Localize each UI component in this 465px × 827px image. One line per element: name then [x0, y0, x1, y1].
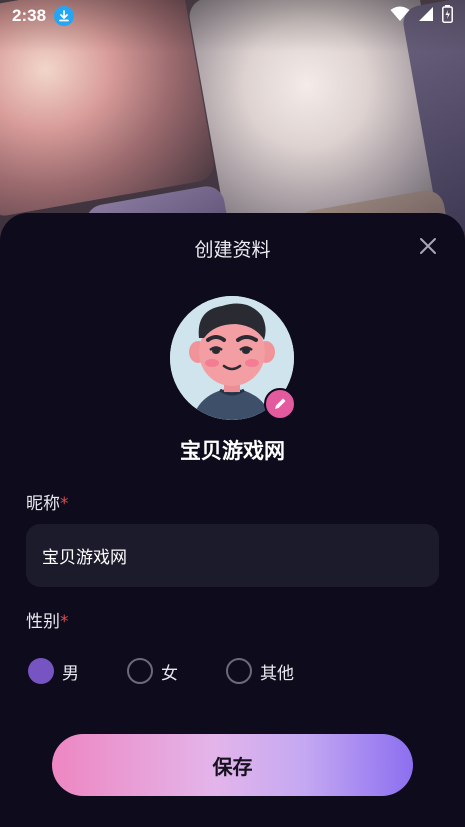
create-profile-sheet: 创建资料 宝贝游戏网 昵称* 宝贝游戏网 性别* 男 女 其他 保存: [0, 213, 465, 827]
battery-icon: [442, 5, 453, 27]
signal-icon: [418, 6, 434, 26]
gender-label: 性别*: [26, 612, 69, 632]
nickname-label: 昵称*: [26, 494, 69, 514]
gender-option-male[interactable]: 男: [28, 658, 79, 684]
gender-option-other[interactable]: 其他: [226, 658, 294, 684]
wifi-icon: [390, 6, 410, 26]
required-mark: *: [60, 494, 69, 514]
radio-unselected[interactable]: [127, 658, 153, 684]
required-mark: *: [60, 612, 69, 632]
pencil-icon: [275, 398, 286, 409]
nickname-input[interactable]: [26, 524, 439, 587]
edit-avatar-button[interactable]: [264, 388, 296, 420]
download-icon: [54, 6, 75, 26]
gender-radio-group: 男 女 其他: [28, 658, 342, 684]
save-button[interactable]: 保存: [52, 734, 413, 796]
gender-option-female[interactable]: 女: [127, 658, 178, 684]
radio-selected[interactable]: [28, 658, 54, 684]
close-icon: [420, 238, 436, 254]
close-button[interactable]: [415, 233, 441, 259]
avatar-container[interactable]: [170, 296, 296, 420]
radio-unselected[interactable]: [226, 658, 252, 684]
profile-display-name: 宝贝游戏网: [180, 439, 285, 463]
status-time: 2:38: [12, 6, 47, 25]
sheet-title: 创建资料: [194, 239, 271, 261]
status-bar: 2:38: [0, 0, 465, 32]
